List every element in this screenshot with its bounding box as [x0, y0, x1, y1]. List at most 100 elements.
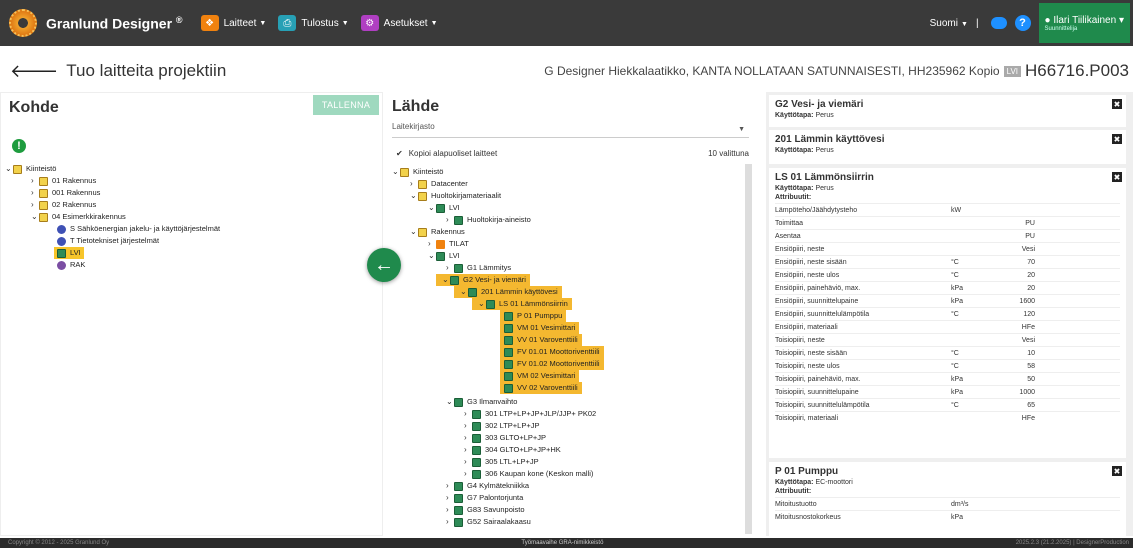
tree-node[interactable]: ⌄ LVI	[428, 202, 460, 214]
checkmark-icon: ✔	[396, 148, 403, 158]
copy-children-option[interactable]: ✔ Kopioi alapuoliset laitteet 10 valittu…	[392, 146, 749, 160]
tree-node[interactable]: › 301 LTP+LP+JP+JLP/JJP+ PK02	[464, 408, 596, 420]
attribute-row: Toisiopiiri, suunnittelupaine kPa 1000	[775, 385, 1120, 398]
attribute-name: Toisiopiiri, neste	[775, 336, 825, 344]
top-navbar: Granlund Designer ® ❖ Laitteet ▼ ⎙ Tulostus…	[0, 0, 1133, 46]
scrollbar[interactable]	[745, 164, 752, 534]
tree-node[interactable]: › 305 LTL+LP+JP	[464, 456, 539, 468]
tree-node-selected[interactable]: FV 01.01 Moottoriventtiili	[500, 346, 604, 358]
attribute-row: Ensiöpiiri, neste Vesi	[775, 242, 1120, 255]
tree-node[interactable]: › G4 Kylmätekniikka	[446, 480, 529, 492]
tree-node[interactable]: › 304 GLTO+LP+JP+HK	[464, 444, 561, 456]
tree-node-selected[interactable]: VM 02 Vesimittari	[500, 370, 580, 382]
chat-icon[interactable]	[990, 17, 1007, 29]
arrow-left-icon: ←	[374, 253, 394, 276]
tree-node[interactable]: ⌄ Rakennus	[410, 226, 465, 238]
user-menu[interactable]: ● Ilari Tiilikainen ▾ Suunnittelija	[1038, 3, 1130, 43]
close-icon[interactable]: ✖	[1112, 172, 1122, 182]
tree-node-selected[interactable]: FV 01.02 Moottoriventtiili	[500, 358, 604, 370]
attribute-name: Mitoitustuotto	[775, 500, 817, 508]
tree-node[interactable]: T Tietotekniset järjestelmät	[57, 235, 159, 247]
tree-node[interactable]: ⌄ G3 Ilmanvaihto	[446, 396, 517, 408]
attribute-name: Toisiopiiri, neste ulos	[775, 362, 840, 370]
attribute-unit: kPa	[951, 297, 964, 305]
tree-node[interactable]: ⌄ Kiinteistö	[5, 163, 56, 175]
attribute-row: Toisiopiiri, suunnittelulämpötila °C 65	[775, 398, 1120, 411]
attribute-name: Toisiopiiri, neste sisään	[775, 349, 847, 357]
tree-node[interactable]: › 306 Kaupan kone (Keskon malli)	[464, 468, 593, 480]
tree-node-selected[interactable]: VV 02 Varoventtiili	[500, 382, 582, 394]
tree-node-selected[interactable]: ⌄ 201 Lämmin käyttövesi	[454, 286, 562, 298]
attribute-value: Vesi	[1021, 245, 1035, 253]
discipline-badge: LVI	[1003, 65, 1022, 77]
nav-tulostus[interactable]: ⎙ Tulostus ▼	[278, 15, 349, 31]
close-icon[interactable]: ✖	[1112, 466, 1122, 476]
granlund-logo-icon	[9, 9, 37, 37]
tree-node[interactable]: ⌄ Huoltokirjamateriaalit	[410, 190, 501, 202]
attribute-value: 58	[1027, 362, 1035, 370]
user-icon: ●	[1044, 14, 1051, 26]
tree-node-selected[interactable]: VV 01 Varoventtiili	[500, 334, 582, 346]
tree-node[interactable]: ⌄ Kiinteistö	[392, 166, 443, 178]
tree-node[interactable]: › 001 Rakennus	[31, 187, 100, 199]
tree-node[interactable]: ⌄ LVI	[428, 250, 460, 262]
help-icon[interactable]: ?	[1014, 15, 1031, 31]
attribute-row: Ensiöpiiri, suunnittelupaine kPa 1600	[775, 294, 1120, 307]
attribute-name: Mitoitusnostokorkeus	[775, 513, 841, 521]
attribute-name: Ensiöpiiri, neste sisään	[775, 258, 847, 266]
copy-arrow-button[interactable]: ←	[367, 248, 401, 282]
attribute-row: Ensiöpiiri, suunnittelulämpötila °C 120	[775, 307, 1120, 320]
detail-card: LS 01 Lämmönsiirrin Käyttötapa: Perus At…	[769, 168, 1126, 458]
tree-node-selected[interactable]: LVI	[54, 247, 84, 259]
tree-node[interactable]: › G1 Lämmitys	[446, 262, 511, 274]
tree-node[interactable]: › TILAT	[428, 238, 469, 250]
tree-node[interactable]: › 302 LTP+LP+JP	[464, 420, 539, 432]
nav-asetukset[interactable]: ⚙ Asetukset ▼	[360, 15, 438, 31]
tree-node[interactable]: › 01 Rakennus	[31, 175, 96, 187]
footer: Copyright © 2012 - 2025 Granlund Oy Työm…	[0, 538, 1133, 548]
close-icon[interactable]: ✖	[1112, 99, 1122, 109]
tree-node-selected[interactable]: VM 01 Vesimittari	[500, 322, 580, 334]
close-icon[interactable]: ✖	[1112, 134, 1122, 144]
attribute-row: Toisiopiiri, neste Vesi	[775, 333, 1120, 346]
tree-node[interactable]: ⌄ 04 Esimerkkirakennus	[31, 211, 126, 223]
attribute-value: 1000	[1019, 388, 1035, 396]
tree-node[interactable]: RAK	[57, 259, 85, 271]
tree-node-selected[interactable]: P 01 Pumppu	[500, 310, 567, 322]
attribute-name: Toisiopiiri, painehäviö, max.	[775, 375, 861, 383]
source-dropdown[interactable]: Laitekirjasto ▼	[392, 122, 749, 138]
tree-node[interactable]: › 303 GLTO+LP+JP	[464, 432, 546, 444]
attribute-name: Ensiöpiiri, neste ulos	[775, 271, 840, 279]
tree-node-selected[interactable]: ⌄ LS 01 Lämmönsiirrin	[472, 298, 572, 310]
attribute-row: Toimittaa PU	[775, 216, 1120, 229]
tree-node[interactable]: S Sähköenergian jakelu- ja käyttöjärjest…	[57, 223, 220, 235]
attribute-name: Toisiopiiri, suunnittelulämpötila	[775, 401, 870, 409]
tree-node[interactable]: › G83 Savunpoisto	[446, 504, 525, 516]
selected-count: 10 valittuna	[708, 148, 749, 158]
attribute-name: Ensiöpiiri, suunnittelupaine	[775, 297, 859, 305]
attribute-list: Lämpöteho/Jäähdytysteho kW Toimittaa PU Asen…	[775, 203, 1120, 424]
back-arrow-icon[interactable]: 🡐	[10, 61, 58, 82]
tree-node[interactable]: › G52 Sairaalakaasu	[446, 516, 531, 528]
details-panel: G2 Vesi- ja viemäri Käyttötapa: Perus ✖ …	[766, 92, 1133, 536]
attribute-row: Mitoitustuotto dm³/s	[775, 497, 1120, 510]
tree-node[interactable]: › Datacenter	[410, 178, 468, 190]
tree-node[interactable]: › G7 Palontorjunta	[446, 492, 523, 504]
detail-card: 201 Lämmin käyttövesi Käyttötapa: Perus …	[769, 130, 1126, 164]
copyright-text: Copyright © 2012 - 2025 Granlund Oy	[8, 540, 110, 546]
tree-node[interactable]: › Huoltokirja-aineisto	[446, 214, 531, 226]
attribute-value: 10	[1027, 349, 1035, 357]
attribute-value: 50	[1027, 375, 1035, 383]
attribute-unit: kPa	[951, 375, 964, 383]
save-button[interactable]: TALLENNA	[313, 95, 379, 115]
source-panel: Lähde Laitekirjasto ▼ ✔ Kopioi alapuolise…	[388, 92, 760, 536]
attribute-row: Ensiöpiiri, painehäviö, max. kPa 20	[775, 281, 1120, 294]
detail-card: G2 Vesi- ja viemäri Käyttötapa: Perus ✖	[769, 95, 1126, 127]
language-select[interactable]: Suomi ▼	[930, 18, 968, 29]
tree-node-selected[interactable]: ⌄ G2 Vesi- ja viemäri	[436, 274, 530, 286]
tree-node[interactable]: › 02 Rakennus	[31, 199, 96, 211]
attribute-value: HFe	[1021, 323, 1035, 331]
target-tree: ⌄ Kiinteistö › 01 Rakennus › 001 Rakennus ›…	[5, 163, 375, 523]
nav-laitteet[interactable]: ❖ Laitteet ▼	[200, 15, 266, 31]
app-brand[interactable]: Granlund Designer ®	[46, 15, 183, 32]
